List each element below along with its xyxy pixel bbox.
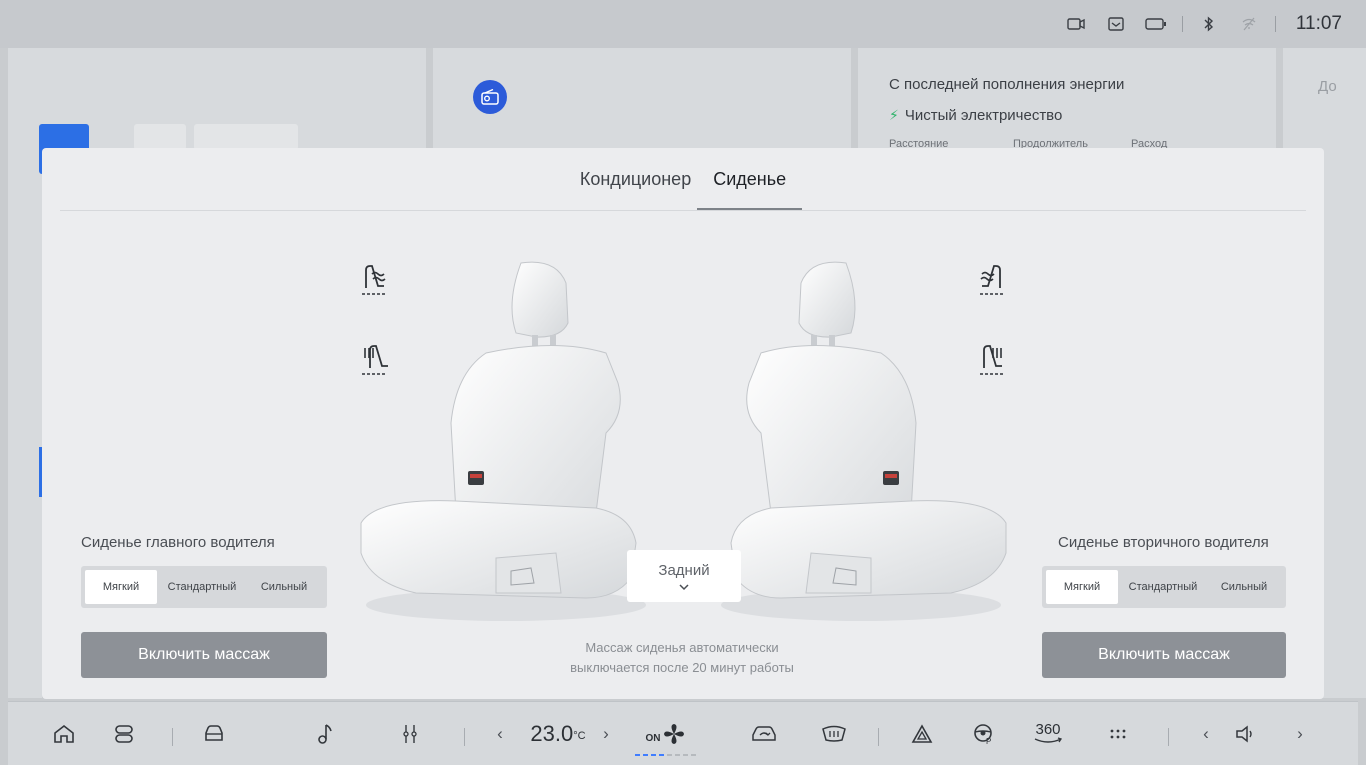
fan-button[interactable]: ON — [634, 702, 696, 765]
home-button[interactable] — [44, 702, 84, 765]
tab-bar: Кондиционер Сиденье — [42, 148, 1324, 210]
passenger-seat-image — [721, 261, 1007, 621]
bg-energy-mode-label: Чистый электричество — [904, 107, 1063, 124]
bg-right-fragment: До — [1318, 78, 1337, 95]
camera-360-button[interactable]: 360 — [1026, 702, 1070, 765]
hazard-icon — [911, 724, 933, 743]
home-icon — [54, 724, 74, 743]
camera-360-icon — [1034, 737, 1063, 743]
music-icon — [318, 724, 332, 744]
camera-360-label: 360 — [1035, 721, 1061, 738]
seat-control-button[interactable] — [390, 702, 430, 765]
hazard-button[interactable] — [902, 702, 942, 765]
temperature-unit: °C — [573, 730, 586, 742]
bottom-dock: ‹ 23.0 °C › ON P 360 ‹ › — [8, 701, 1358, 765]
wifi-off-icon — [1229, 0, 1269, 48]
dashcam-icon — [1056, 0, 1096, 48]
driver-massage-intensity: Мягкий Стандартный Сильный — [81, 566, 327, 608]
battery-icon — [1136, 0, 1176, 48]
driver-seat-image — [360, 261, 646, 621]
seat-control-icon — [403, 725, 417, 743]
fan-level-indicator — [634, 754, 696, 756]
bg-left-column — [8, 148, 42, 698]
rear-seat-selector[interactable]: Задний — [627, 550, 741, 602]
svg-text:P: P — [986, 737, 991, 745]
bluetooth-icon — [1189, 0, 1229, 48]
more-button[interactable] — [1098, 702, 1138, 765]
temp-decrease-button[interactable]: ‹ — [488, 702, 512, 765]
temperature-display: 23.0 °C — [522, 702, 594, 765]
dock-divider — [172, 728, 173, 746]
bg-wave-button — [194, 124, 298, 150]
passenger-level-standard[interactable]: Стандартный — [1120, 570, 1206, 604]
status-icons: 11:07 — [1056, 0, 1366, 48]
bg-heat-button — [134, 124, 186, 150]
music-button[interactable] — [304, 702, 344, 765]
driver-level-soft[interactable]: Мягкий — [85, 570, 157, 604]
status-divider — [1274, 16, 1276, 32]
volume-up-button[interactable]: › — [1288, 702, 1312, 765]
status-bar: 11:07 — [0, 0, 1366, 48]
driver-massage-button[interactable]: Включить массаж — [81, 632, 327, 678]
tab-divider — [60, 210, 1306, 211]
rear-defrost-button[interactable] — [814, 702, 854, 765]
driver-level-standard[interactable]: Стандартный — [159, 570, 245, 604]
steering-heat-button[interactable]: P — [964, 702, 1004, 765]
tab-climate[interactable]: Кондиционер — [574, 148, 697, 210]
volume-button[interactable] — [1226, 702, 1266, 765]
passenger-level-strong[interactable]: Сильный — [1208, 570, 1280, 604]
fan-icon — [663, 724, 684, 744]
passenger-massage-button[interactable]: Включить массаж — [1042, 632, 1286, 678]
status-divider — [1181, 16, 1183, 32]
chevron-down-icon — [679, 583, 689, 590]
steering-heat-icon: P — [974, 724, 992, 745]
temp-increase-button[interactable]: › — [594, 702, 618, 765]
driver-level-strong[interactable]: Сильный — [247, 570, 321, 604]
rear-defrost-icon — [822, 725, 846, 742]
apps-icon — [115, 725, 133, 743]
passenger-seat-title: Сиденье вторичного водителя — [1058, 534, 1269, 551]
massage-auto-off-note: Массаж сиденья автоматически выключается… — [482, 638, 882, 678]
radio-icon — [473, 80, 507, 114]
apps-button[interactable] — [104, 702, 144, 765]
driver-seat-title: Сиденье главного водителя — [81, 534, 275, 551]
bg-energy-title: С последней пополнения энергии — [889, 76, 1125, 93]
more-icon — [1110, 729, 1126, 739]
dock-divider — [464, 728, 465, 746]
recirculation-button[interactable] — [744, 702, 784, 765]
temperature-value: 23.0 — [530, 721, 574, 746]
volume-down-button[interactable]: ‹ — [1194, 702, 1218, 765]
car-icon — [205, 725, 223, 741]
volume-icon — [1236, 725, 1252, 743]
note-line-2: выключается после 20 минут работы — [570, 660, 794, 675]
fan-on-label: ON — [645, 732, 661, 744]
car-recirculation-icon — [752, 726, 776, 741]
bg-energy-mode: ⚡ Чистый электричество — [889, 107, 1062, 124]
passenger-level-soft[interactable]: Мягкий — [1046, 570, 1118, 604]
clock: 11:07 — [1295, 13, 1342, 34]
vehicle-button[interactable] — [194, 702, 234, 765]
rear-seat-label: Задний — [658, 561, 710, 579]
tab-seat[interactable]: Сиденье — [697, 148, 803, 210]
dock-divider — [878, 728, 879, 746]
message-icon — [1096, 0, 1136, 48]
dock-divider — [1168, 728, 1169, 746]
seat-settings-panel: Кондиционер Сиденье Сиденье главного вод… — [42, 148, 1324, 699]
note-line-1: Массаж сиденья автоматически — [585, 640, 779, 655]
passenger-massage-intensity: Мягкий Стандартный Сильный — [1042, 566, 1286, 608]
bg-energy-card — [858, 48, 1276, 148]
bolt-icon: ⚡ — [889, 107, 899, 123]
